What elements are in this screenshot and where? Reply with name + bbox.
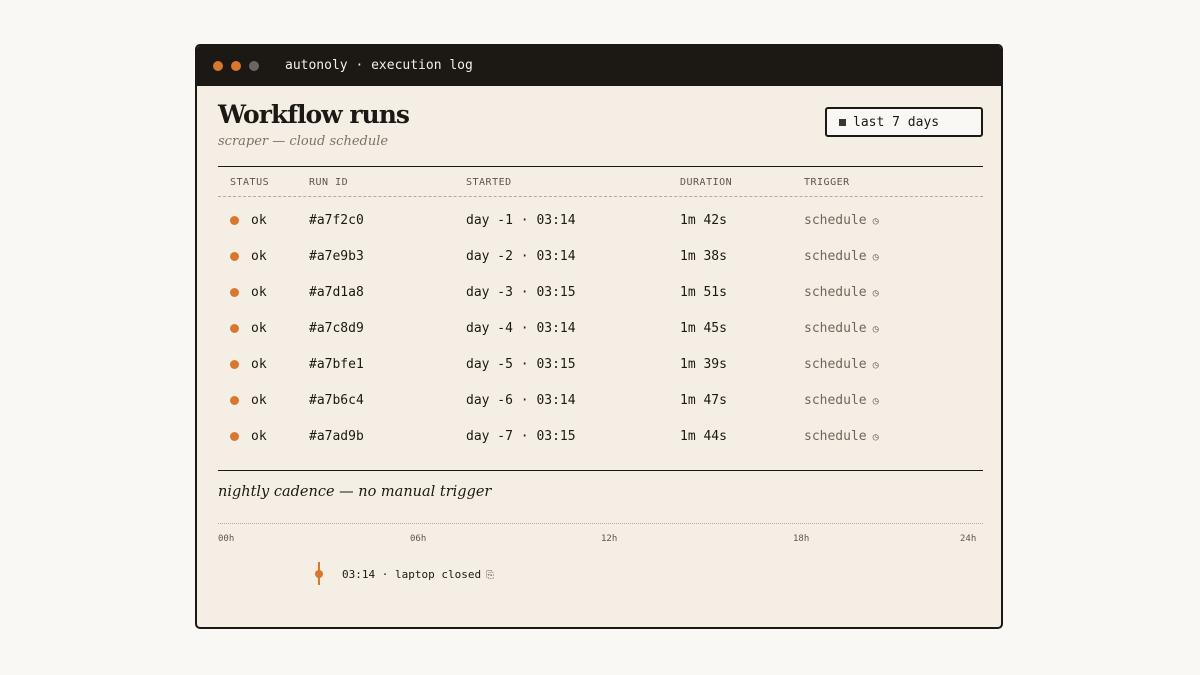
maximize-dot-icon[interactable]	[249, 61, 259, 71]
table-row[interactable]: ok #a7f2c0 day -1 · 03:14 1m 42s schedule ◷	[218, 203, 983, 239]
timeline-axis	[218, 523, 983, 524]
started-time: day -2 · 03:14	[466, 249, 576, 264]
started-time: day -6 · 03:14	[466, 393, 576, 408]
window-title: autonoly · execution log	[285, 58, 473, 73]
status-text: ok	[251, 285, 267, 300]
cadence-caption: nightly cadence — no manual trigger	[218, 484, 492, 500]
trigger-cell: schedule ◷	[804, 429, 879, 444]
clock-icon: ◷	[872, 216, 879, 227]
date-range-label: last 7 days	[853, 114, 940, 130]
table-row[interactable]: ok #a7e9b3 day -2 · 03:14 1m 38s schedule ◷	[218, 239, 983, 275]
event-marker-dot[interactable]	[315, 570, 323, 578]
table-row[interactable]: ok #a7d1a8 day -3 · 03:15 1m 51s schedule ◷	[218, 275, 983, 311]
minimize-dot-icon[interactable]	[231, 61, 241, 71]
trigger-text: schedule	[804, 249, 867, 264]
header-started[interactable]: STARTED	[466, 177, 512, 188]
duration: 1m 51s	[680, 285, 727, 300]
status-dot-icon	[230, 252, 239, 261]
started-time: day -3 · 03:15	[466, 285, 576, 300]
trigger-cell: schedule ◷	[804, 393, 879, 408]
timeline-tick: 24h	[960, 534, 977, 544]
clock-icon: ◷	[872, 288, 879, 299]
trigger-text: schedule	[804, 213, 867, 228]
table-row[interactable]: ok #a7bfe1 day -5 · 03:15 1m 39s schedule ◷	[218, 347, 983, 383]
header-status[interactable]: STATUS	[230, 177, 269, 188]
run-id: #a7bfe1	[309, 357, 364, 372]
header-duration[interactable]: DURATION	[680, 177, 732, 188]
trigger-text: schedule	[804, 393, 867, 408]
header-run-id[interactable]: RUN ID	[309, 177, 348, 188]
table-row[interactable]: ok #a7b6c4 day -6 · 03:14 1m 47s schedule ◷	[218, 383, 983, 419]
started-time: day -1 · 03:14	[466, 213, 576, 228]
page-title: Workflow runs	[218, 100, 410, 129]
clock-icon: ◷	[872, 396, 879, 407]
duration: 1m 38s	[680, 249, 727, 264]
duration: 1m 39s	[680, 357, 727, 372]
status-text: ok	[251, 321, 267, 336]
run-id: #a7ad9b	[309, 429, 364, 444]
status-text: ok	[251, 249, 267, 264]
clock-icon: ◷	[872, 432, 879, 443]
close-dot-icon[interactable]	[213, 61, 223, 71]
started-time: day -7 · 03:15	[466, 429, 576, 444]
square-icon	[839, 118, 846, 126]
run-id: #a7c8d9	[309, 321, 364, 336]
status-text: ok	[251, 393, 267, 408]
window-titlebar: autonoly · execution log	[197, 46, 1001, 86]
trigger-cell: schedule ◷	[804, 321, 879, 336]
trigger-cell: schedule ◷	[804, 357, 879, 372]
trigger-cell: schedule ◷	[804, 285, 879, 300]
trigger-text: schedule	[804, 321, 867, 336]
status-dot-icon	[230, 432, 239, 441]
event-label: 03:14 · laptop closed ⎘	[342, 568, 494, 581]
execution-log-window: autonoly · execution log Workflow runs s…	[195, 44, 1003, 629]
clock-icon: ◷	[872, 360, 879, 371]
run-id: #a7f2c0	[309, 213, 364, 228]
run-id: #a7d1a8	[309, 285, 364, 300]
duration: 1m 42s	[680, 213, 727, 228]
date-range-filter[interactable]: last 7 days	[825, 107, 983, 137]
status-dot-icon	[230, 396, 239, 405]
clock-icon: ◷	[872, 252, 879, 263]
header-trigger[interactable]: TRIGGER	[804, 177, 850, 188]
started-time: day -5 · 03:15	[466, 357, 576, 372]
status-dot-icon	[230, 324, 239, 333]
timeline-tick: 06h	[410, 534, 427, 544]
trigger-text: schedule	[804, 357, 867, 372]
timeline-tick: 18h	[793, 534, 810, 544]
header-divider	[218, 196, 983, 197]
status-dot-icon	[230, 216, 239, 225]
duration: 1m 44s	[680, 429, 727, 444]
status-text: ok	[251, 357, 267, 372]
table-row[interactable]: ok #a7ad9b day -7 · 03:15 1m 44s schedule ◷	[218, 419, 983, 455]
table-bottom-rule	[218, 470, 983, 471]
timeline-tick: 00h	[218, 534, 235, 544]
clock-icon: ◷	[872, 324, 879, 335]
run-id: #a7b6c4	[309, 393, 364, 408]
timeline-tick: 12h	[601, 534, 618, 544]
trigger-text: schedule	[804, 285, 867, 300]
status-dot-icon	[230, 288, 239, 297]
table-row[interactable]: ok #a7c8d9 day -4 · 03:14 1m 45s schedule ◷	[218, 311, 983, 347]
laptop-icon: ⎘	[486, 570, 495, 581]
trigger-cell: schedule ◷	[804, 249, 879, 264]
run-id: #a7e9b3	[309, 249, 364, 264]
duration: 1m 45s	[680, 321, 727, 336]
event-label-text: 03:14 · laptop closed	[342, 568, 482, 581]
status-dot-icon	[230, 360, 239, 369]
trigger-cell: schedule ◷	[804, 213, 879, 228]
table-top-rule	[218, 166, 983, 167]
started-time: day -4 · 03:14	[466, 321, 576, 336]
status-text: ok	[251, 429, 267, 444]
duration: 1m 47s	[680, 393, 727, 408]
page-subtitle: scraper — cloud schedule	[218, 134, 389, 149]
trigger-text: schedule	[804, 429, 867, 444]
status-text: ok	[251, 213, 267, 228]
